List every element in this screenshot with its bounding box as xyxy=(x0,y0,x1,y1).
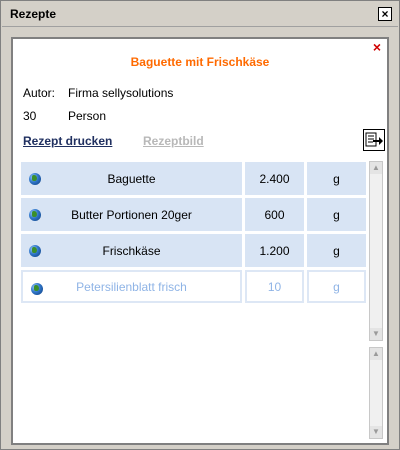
ingredient-quantity: 2.400 xyxy=(245,162,304,195)
recipes-window: Rezepte × × Baguette mit Frischkäse Auto… xyxy=(0,0,400,450)
ingredient-name: Butter Portionen 20ger xyxy=(71,207,192,222)
scroll-down-arrow-icon[interactable]: ▼ xyxy=(370,328,382,340)
globe-icon xyxy=(29,209,41,221)
print-recipe-link[interactable]: Rezept drucken xyxy=(23,134,112,148)
table-row[interactable]: Petersilienblatt frisch 10 g xyxy=(21,269,368,304)
ingredient-unit: g xyxy=(307,234,366,267)
ingredients-scrollbar[interactable]: ▲ ▼ xyxy=(369,161,383,341)
ingredient-name: Baguette xyxy=(107,171,156,186)
ingredient-name-cell: Petersilienblatt frisch xyxy=(21,270,242,303)
globe-icon xyxy=(29,245,41,257)
ingredient-unit: g xyxy=(307,270,366,303)
table-row[interactable]: Frischkäse 1.200 g xyxy=(21,233,368,268)
ingredient-name-cell: Butter Portionen 20ger xyxy=(21,198,242,231)
ingredient-name: Petersilienblatt frisch xyxy=(76,279,187,294)
scroll-down-arrow-icon[interactable]: ▼ xyxy=(370,426,382,438)
author-value: Firma sellysolutions xyxy=(68,86,174,100)
ingredient-unit: g xyxy=(307,162,366,195)
ingredient-name-cell: Baguette xyxy=(21,162,242,195)
panel-close-icon[interactable]: × xyxy=(373,40,381,54)
ingredient-quantity: 600 xyxy=(245,198,304,231)
recipe-panel: × Baguette mit Frischkäse Autor: Firma s… xyxy=(11,37,389,445)
ingredient-name-cell: Frischkäse xyxy=(21,234,242,267)
scroll-up-arrow-icon[interactable]: ▲ xyxy=(370,162,382,174)
ingredient-name: Frischkäse xyxy=(102,243,161,258)
secondary-scrollbar[interactable]: ▲ ▼ xyxy=(369,347,383,439)
ingredient-quantity: 1.200 xyxy=(245,234,304,267)
recipe-image-link: Rezeptbild xyxy=(143,134,204,148)
export-button[interactable] xyxy=(363,129,385,151)
ingredient-unit: g xyxy=(307,198,366,231)
globe-icon xyxy=(29,173,41,185)
servings-unit: Person xyxy=(68,109,107,123)
author-label: Autor: xyxy=(23,86,56,100)
ingredient-quantity: 10 xyxy=(245,270,304,303)
window-titlebar: Rezepte × xyxy=(2,2,398,27)
window-close-icon[interactable]: × xyxy=(378,7,392,21)
ingredients-table: Baguette 2.400 g Butter Portionen 20ger … xyxy=(21,161,383,439)
export-icon xyxy=(365,132,383,147)
window-title: Rezepte xyxy=(10,7,57,21)
recipe-title: Baguette mit Frischkäse xyxy=(130,55,270,69)
globe-icon xyxy=(31,283,43,295)
table-row[interactable]: Butter Portionen 20ger 600 g xyxy=(21,197,368,232)
scroll-up-arrow-icon[interactable]: ▲ xyxy=(370,348,382,360)
servings-count: 30 xyxy=(23,109,37,123)
table-row[interactable]: Baguette 2.400 g xyxy=(21,161,368,196)
